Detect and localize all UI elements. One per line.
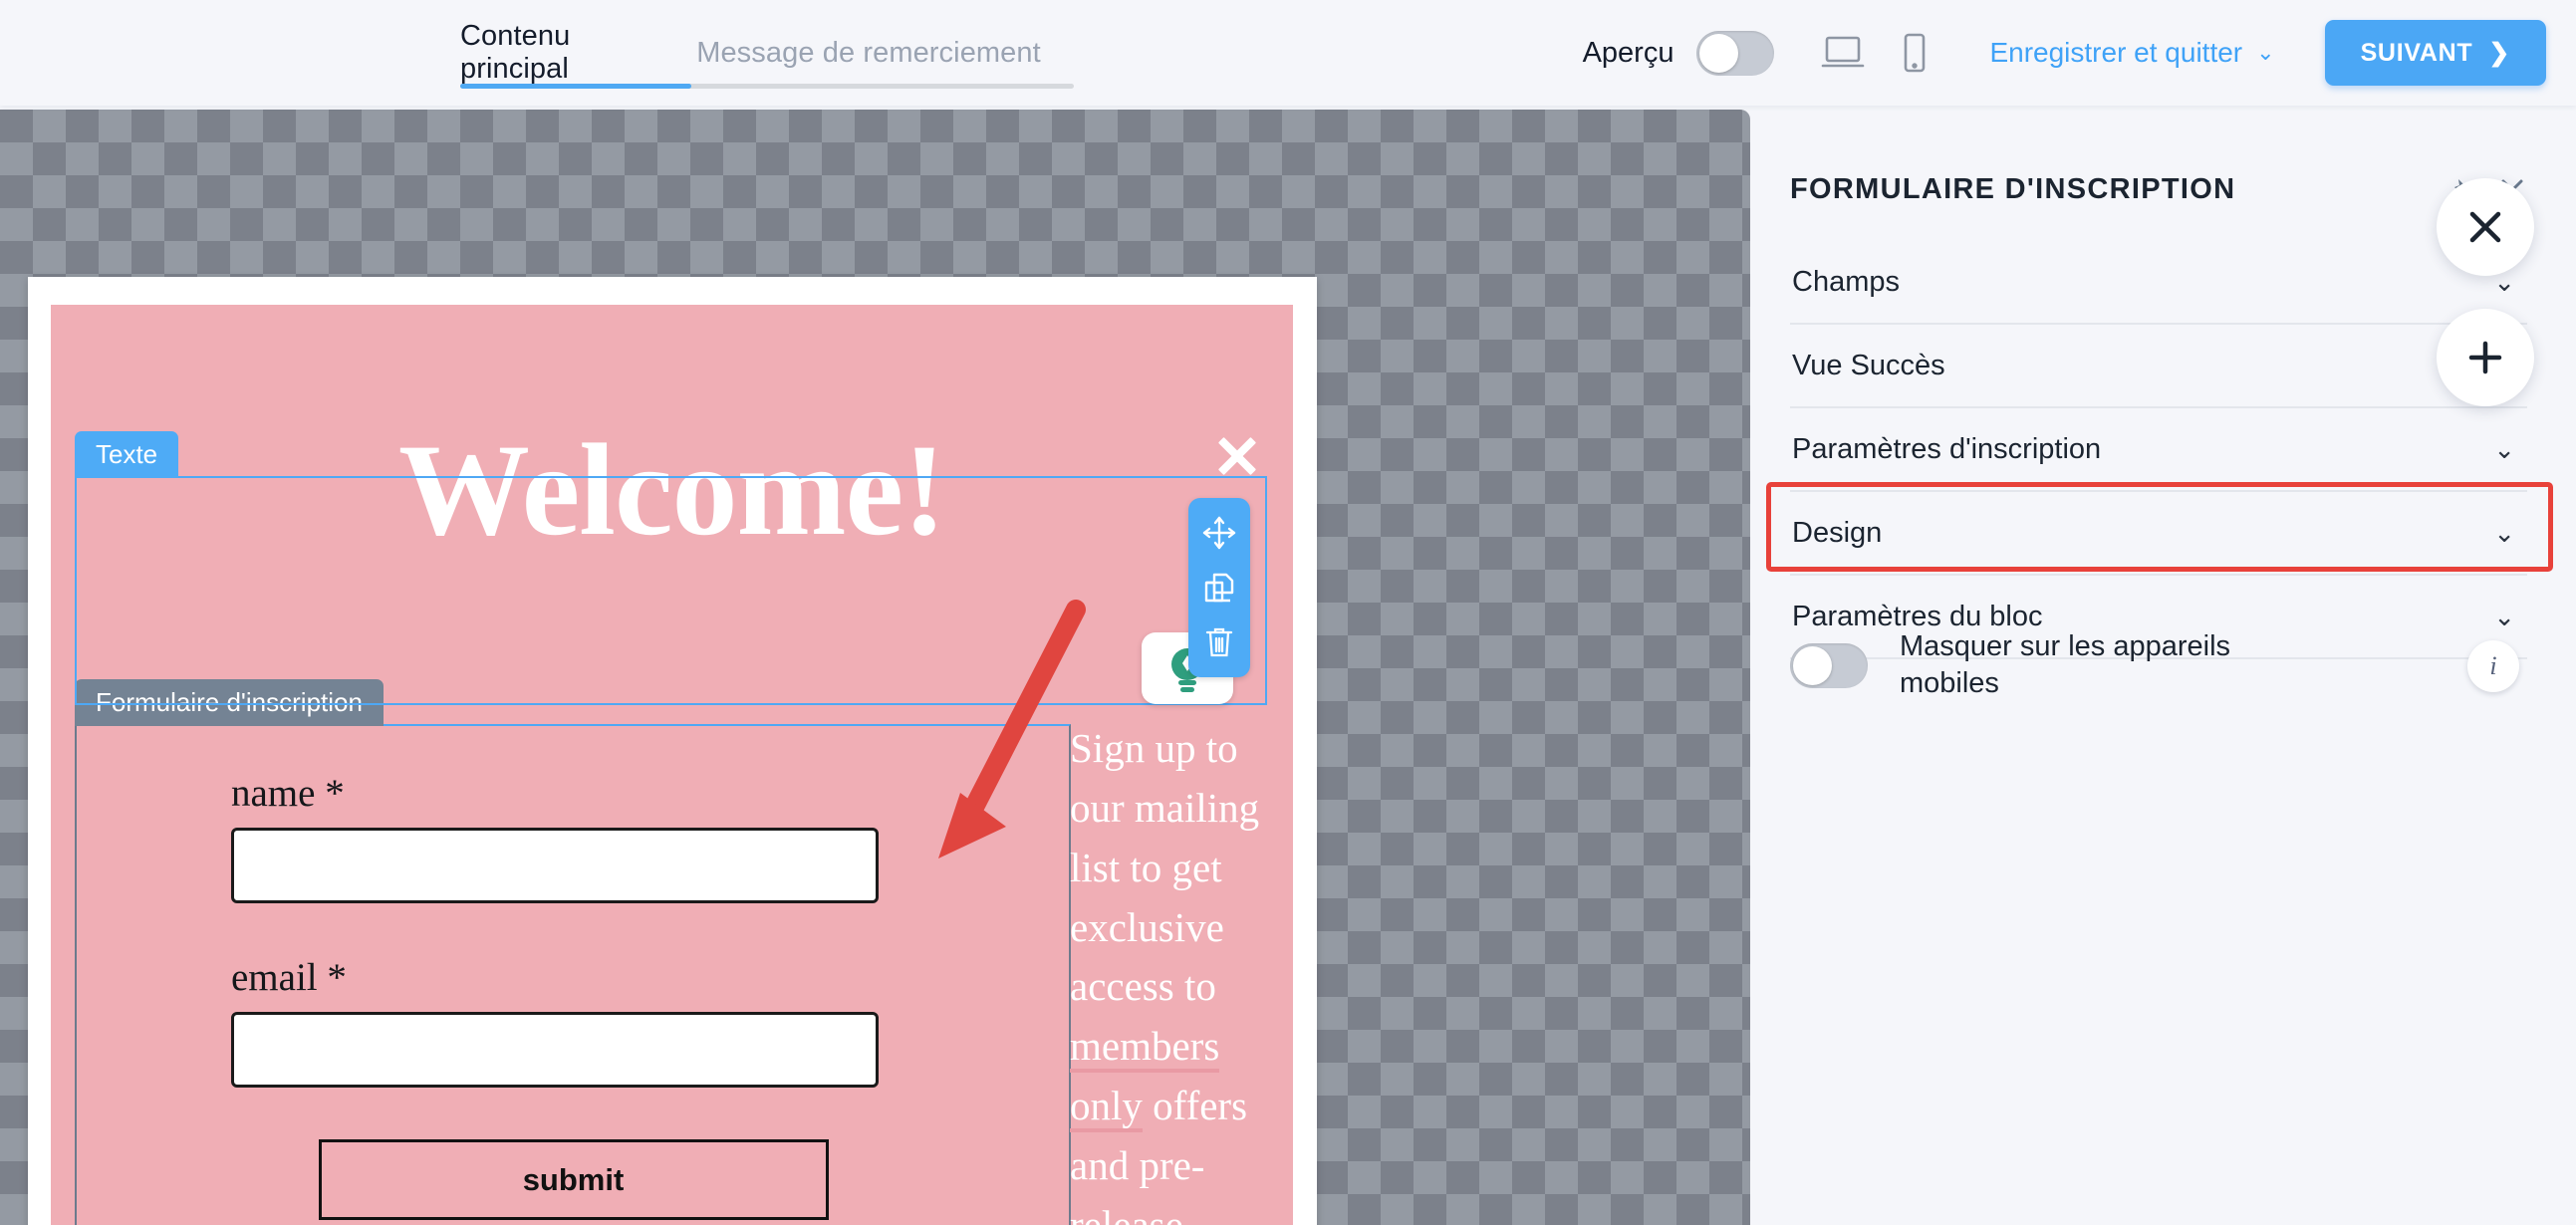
save-and-quit-button[interactable]: Enregistrer et quitter ⌄ — [1989, 37, 2274, 69]
selected-text-block[interactable]: Texte — [75, 431, 1267, 705]
chevron-down-icon: ⌄ — [2493, 434, 2515, 464]
sidebar-item-design[interactable]: Design ⌄ — [1790, 492, 2527, 576]
sidebar-section-list: Champs ⌄ Vue Succès ⌄ Paramètres d'inscr… — [1790, 241, 2527, 659]
sidebar-header: FORMULAIRE D'INSCRIPTION — [1790, 173, 2527, 206]
text-block-badge-label: Texte — [96, 439, 158, 469]
chevron-right-icon: ❯ — [2488, 39, 2510, 67]
block-action-toolbar[interactable] — [1188, 498, 1250, 677]
hide-on-mobile-row: Masquer sur les appareils mobiles i — [1790, 615, 2527, 715]
sidebar-title: FORMULAIRE D'INSCRIPTION — [1790, 173, 2236, 205]
tab-progress-fill — [460, 84, 691, 89]
info-icon[interactable]: i — [2467, 640, 2519, 692]
sidebar-item-label: Champs — [1792, 265, 1900, 298]
editor-tabs: Contenu principal Message de remerciemen… — [460, 0, 1054, 106]
preview-toggle[interactable] — [1696, 30, 1775, 76]
sidebar-item-vue-succes[interactable]: Vue Succès ⌄ — [1790, 325, 2527, 408]
preview-label: Aperçu — [1582, 36, 1674, 69]
sidebar-item-label: Paramètres d'inscription — [1792, 432, 2102, 465]
top-header: Contenu principal Message de remerciemen… — [0, 0, 2576, 106]
next-button[interactable]: SUIVANT ❯ — [2324, 20, 2546, 86]
signup-copy-text: Sign up to our mailing list to get exclu… — [1070, 719, 1269, 1225]
move-icon[interactable] — [1198, 512, 1240, 554]
selected-form-block[interactable]: Formulaire d'inscription — [75, 679, 1071, 1225]
close-block-icon[interactable] — [1214, 433, 1260, 479]
text-block-badge[interactable]: Texte — [75, 431, 179, 478]
trash-icon[interactable] — [1198, 621, 1240, 663]
tab-contenu-principal[interactable]: Contenu principal — [460, 0, 683, 106]
laptop-icon[interactable] — [1814, 28, 1872, 78]
next-button-label: SUIVANT — [2360, 38, 2473, 67]
chevron-down-icon: ⌄ — [2493, 518, 2515, 548]
sidebar-item-label: Vue Succès — [1792, 349, 1945, 381]
mobile-phone-icon[interactable] — [1886, 28, 1943, 78]
sidebar-item-parametres-inscription[interactable]: Paramètres d'inscription ⌄ — [1790, 408, 2527, 492]
app-root: Contenu principal Message de remerciemen… — [0, 0, 2576, 1225]
signup-copy-part1: Sign up to our mailing list to get exclu… — [1070, 725, 1260, 1010]
header-actions: Aperçu Enregistrer et quitter ⌄ SUIVANT … — [1583, 0, 2576, 106]
toggle-knob — [1793, 645, 1832, 685]
toggle-knob — [1699, 33, 1739, 73]
hide-on-mobile-label: Masquer sur les appareils mobiles — [1900, 629, 2231, 699]
add-block-fab[interactable] — [2437, 309, 2534, 406]
tab-label: Contenu principal — [460, 20, 571, 85]
chevron-down-icon: ⌄ — [2256, 40, 2275, 65]
close-editor-fab[interactable] — [2437, 178, 2534, 276]
tab-label: Message de remerciement — [696, 36, 1041, 69]
editor-canvas[interactable]: Welcome! Texte Formulaire d'inscription … — [0, 110, 1750, 1225]
sidebar-item-label: Design — [1792, 516, 1883, 549]
duplicate-icon[interactable] — [1198, 567, 1240, 609]
sidebar-item-champs[interactable]: Champs ⌄ — [1790, 241, 2527, 325]
tab-message-remerciement[interactable]: Message de remerciement — [683, 0, 1054, 106]
hide-on-mobile-toggle[interactable] — [1790, 642, 1868, 688]
settings-sidebar: FORMULAIRE D'INSCRIPTION Champs ⌄ Vue Su… — [1750, 106, 2576, 1225]
save-and-quit-label: Enregistrer et quitter — [1989, 37, 2243, 68]
